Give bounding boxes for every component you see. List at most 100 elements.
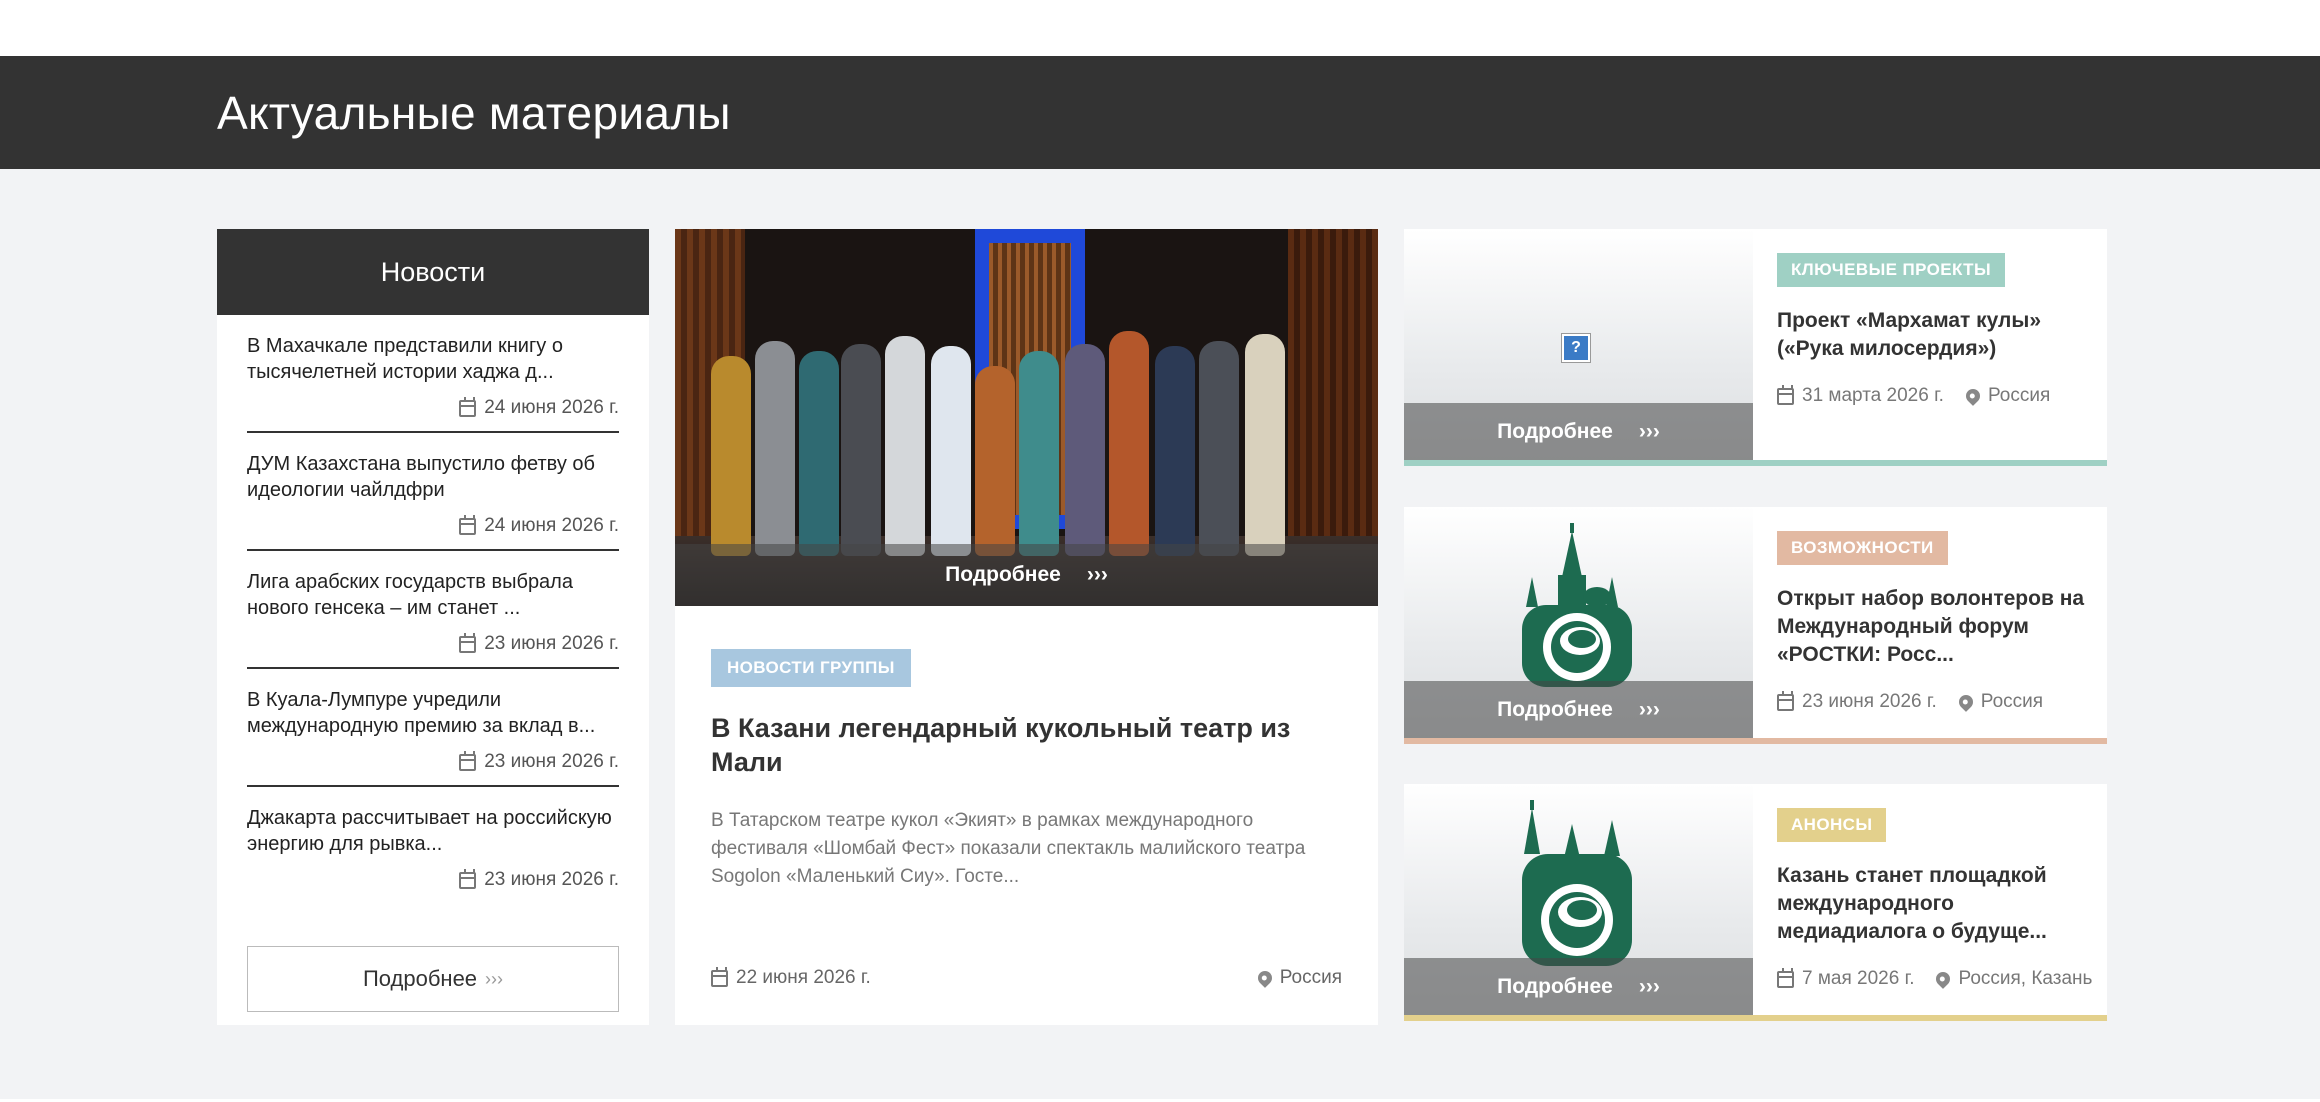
- calendar-icon: [459, 514, 477, 535]
- news-panel: Новости В Махачкале представили книгу о …: [217, 229, 649, 1025]
- chevrons-right-icon: ›››: [1638, 974, 1660, 998]
- calendar-icon: [459, 396, 477, 417]
- person-figure: [885, 336, 925, 556]
- category-tag[interactable]: Ключевые проекты: [1777, 253, 2005, 287]
- card-meta: 31 марта 2026 г. Россия: [1777, 384, 2107, 407]
- chevrons-right-icon: ›››: [485, 968, 504, 989]
- chevrons-right-icon: ›››: [1086, 563, 1108, 586]
- category-tag[interactable]: Возможности: [1777, 531, 1948, 565]
- card-meta: 23 июня 2026 г. Россия: [1777, 690, 2107, 713]
- card-location: Россия: [1955, 691, 2043, 713]
- news-item-date: 23 июня 2026 г.: [459, 750, 619, 773]
- card-content: Анонсы Казань станет площадкой междунаро…: [1777, 808, 2107, 990]
- person-figure: [711, 356, 751, 556]
- person-figure: [1065, 344, 1105, 556]
- news-item-date: 23 июня 2026 г.: [459, 868, 619, 891]
- category-tag[interactable]: Анонсы: [1777, 808, 1887, 842]
- featured-more-button[interactable]: Подробнее ›››: [675, 544, 1378, 606]
- card-date: 7 мая 2026 г.: [1777, 967, 1914, 990]
- card-more-button[interactable]: Подробнее ›››: [1404, 958, 1753, 1015]
- article-card[interactable]: ? Подробнее ››› Ключевые проекты Проект …: [1404, 229, 2107, 466]
- card-date: 23 июня 2026 г.: [1777, 690, 1937, 713]
- location-pin-icon: [1963, 386, 1983, 406]
- broken-image-icon: ?: [1561, 333, 1591, 363]
- calendar-icon: [1777, 384, 1794, 405]
- card-more-button[interactable]: Подробнее ›››: [1404, 403, 1753, 460]
- top-spacer: [0, 0, 2320, 56]
- card-image[interactable]: ? Подробнее ›››: [1404, 229, 1753, 460]
- card-title[interactable]: Открыт набор волонтеров на Международный…: [1777, 585, 2107, 669]
- calendar-icon: [459, 868, 477, 889]
- more-label: Подробнее: [1497, 974, 1613, 998]
- person-figure: [1019, 351, 1059, 556]
- calendar-icon: [459, 750, 477, 771]
- calendar-icon: [459, 632, 477, 653]
- person-figure: [975, 366, 1015, 556]
- news-item-date: 23 июня 2026 г.: [459, 632, 619, 655]
- news-item[interactable]: Джакарта рассчитывает на российскую энер…: [247, 787, 619, 905]
- featured-date: 22 июня 2026 г.: [711, 966, 871, 989]
- news-item-title[interactable]: ДУМ Казахстана выпустило фетву об идеоло…: [247, 451, 619, 503]
- card-content: Возможности Открыт набор волонтеров на М…: [1777, 531, 2107, 713]
- location-pin-icon: [1254, 968, 1275, 988]
- accent-bar: [1404, 1015, 2107, 1021]
- card-title[interactable]: Казань станет площадкой международного м…: [1777, 862, 2107, 946]
- person-figure: [1109, 331, 1149, 556]
- featured-title[interactable]: В Казани легендарный кукольный театр из …: [711, 711, 1342, 779]
- more-label: Подробнее: [1497, 697, 1613, 721]
- calendar-icon: [1777, 967, 1794, 988]
- more-label: Подробнее: [945, 563, 1061, 586]
- news-item[interactable]: Лига арабских государств выбрала нового …: [247, 551, 619, 669]
- person-figure: [1245, 334, 1285, 556]
- category-tag[interactable]: Новости группы: [711, 649, 911, 687]
- person-figure: [1199, 341, 1239, 556]
- news-item-date: 24 июня 2026 г.: [459, 396, 619, 419]
- news-item-title[interactable]: В Куала-Лумпуре учредили международную п…: [247, 687, 619, 739]
- location-pin-icon: [1955, 692, 1976, 712]
- person-figure: [755, 341, 795, 556]
- person-figure: [931, 346, 971, 556]
- featured-meta: 22 июня 2026 г. Россия: [711, 966, 1342, 989]
- featured-body: Новости группы В Казани легендарный куко…: [675, 606, 1378, 891]
- more-label: Подробнее: [1497, 419, 1613, 443]
- card-image[interactable]: Подробнее ›››: [1404, 507, 1753, 738]
- featured-image[interactable]: Подробнее ›››: [675, 229, 1378, 606]
- card-location: Россия, Казань: [1933, 968, 2092, 990]
- news-item-date: 24 июня 2026 г.: [459, 514, 619, 537]
- content-area: Новости В Махачкале представили книгу о …: [0, 169, 2320, 1099]
- news-item[interactable]: В Махачкале представили книгу о тысячеле…: [247, 315, 619, 433]
- news-item[interactable]: ДУМ Казахстана выпустило фетву об идеоло…: [247, 433, 619, 551]
- section-banner: Актуальные материалы: [0, 56, 2320, 169]
- calendar-icon: [711, 966, 728, 987]
- card-content: Ключевые проекты Проект «Мархамат кулы» …: [1777, 253, 2107, 407]
- article-card[interactable]: Подробнее ››› Возможности Открыт набор в…: [1404, 507, 2107, 744]
- location-pin-icon: [1933, 969, 1954, 989]
- news-item[interactable]: В Куала-Лумпуре учредили международную п…: [247, 669, 619, 787]
- accent-bar: [1404, 738, 2107, 744]
- card-title[interactable]: Проект «Мархамат кулы» («Рука милосердия…: [1777, 307, 2107, 363]
- featured-location: Россия: [1254, 967, 1342, 989]
- card-date: 31 марта 2026 г.: [1777, 384, 1944, 407]
- featured-excerpt: В Татарском театре кукол «Экият» в рамка…: [711, 810, 1306, 887]
- featured-article[interactable]: Подробнее ››› Новости группы В Казани ле…: [675, 229, 1378, 1025]
- news-item-title[interactable]: Джакарта рассчитывает на российскую энер…: [247, 805, 619, 857]
- news-more-button[interactable]: Подробнее ›››: [247, 946, 619, 1012]
- person-figure: [1155, 346, 1195, 556]
- news-item-title[interactable]: Лига арабских государств выбрала нового …: [247, 569, 619, 621]
- kremlin-logo-icon: [1522, 800, 1632, 966]
- kremlin-logo-icon: [1522, 523, 1632, 687]
- section-title: Актуальные материалы: [217, 86, 731, 139]
- person-figure: [799, 351, 839, 556]
- card-meta: 7 мая 2026 г. Россия, Казань: [1777, 967, 2107, 990]
- card-more-button[interactable]: Подробнее ›››: [1404, 681, 1753, 738]
- calendar-icon: [1777, 690, 1794, 711]
- accent-bar: [1404, 460, 2107, 466]
- chevrons-right-icon: ›››: [1638, 697, 1660, 721]
- stage-curtain-right: [1288, 229, 1378, 539]
- card-location: Россия: [1963, 385, 2050, 407]
- news-more-label: Подробнее: [362, 966, 478, 991]
- news-item-title[interactable]: В Махачкале представили книгу о тысячеле…: [247, 333, 619, 385]
- article-card[interactable]: Подробнее ››› Анонсы Казань станет площа…: [1404, 784, 2107, 1021]
- news-list: В Махачкале представили книгу о тысячеле…: [217, 315, 649, 905]
- card-image[interactable]: Подробнее ›››: [1404, 784, 1753, 1015]
